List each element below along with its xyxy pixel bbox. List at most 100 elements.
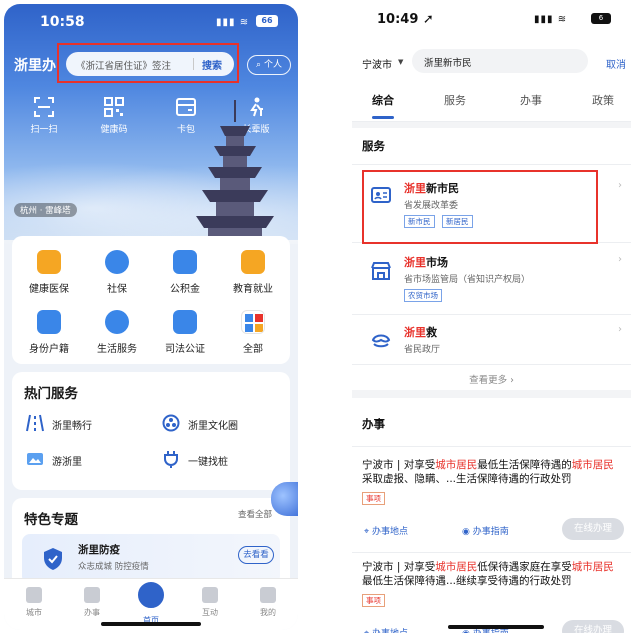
- affairs-icon: [84, 587, 100, 603]
- divider: [352, 552, 631, 553]
- service-health-insurance[interactable]: 健康医保: [16, 250, 82, 295]
- status-bar: 10:58 ▮▮▮ ≋ 66: [4, 4, 298, 38]
- personal-label: 个人: [263, 60, 282, 70]
- lightning-icon: [105, 310, 129, 334]
- personal-button[interactable]: ⌕ 个人: [247, 55, 291, 75]
- charging-pile-icon: [164, 451, 178, 468]
- search-bar[interactable]: 《浙江省居住证》签注 搜索: [66, 52, 234, 76]
- guide-link[interactable]: ◉ 办事指南: [462, 524, 509, 537]
- pagoda-illustration: [196, 100, 274, 240]
- service-all[interactable]: 全部: [220, 310, 286, 355]
- service-tag: 农贸市场: [404, 289, 442, 302]
- online-handle-button[interactable]: 在线办理: [562, 518, 624, 540]
- chevron-right-icon: ›: [618, 254, 622, 265]
- tab-interact[interactable]: 互动: [190, 587, 230, 618]
- signal-wifi-icon: ▮▮▮ ≋: [534, 14, 568, 25]
- status-time: 10:49 ➚: [377, 12, 434, 27]
- screenshot-stage: 10:58 ▮▮▮ ≋ 66 浙里办 《浙江省居住证》签注 搜索 ⌕ 个人 扫一…: [0, 0, 631, 633]
- service-education[interactable]: 教育就业: [220, 250, 286, 295]
- service-label: 司法公证: [165, 344, 205, 355]
- affair-result[interactable]: 宁波市 | 对享受城市居民低保待遇家庭在享受城市居民最低生活保障待遇...继续享…: [362, 560, 624, 607]
- service-life[interactable]: 生活服务: [84, 310, 150, 355]
- active-tab-underline: [372, 116, 394, 119]
- market-icon: [371, 262, 391, 280]
- view-more-link[interactable]: 查看更多 ›: [352, 372, 631, 386]
- service-id-household[interactable]: 身份户籍: [16, 310, 82, 355]
- hot-item-culture[interactable]: 浙里文化圈: [162, 414, 282, 434]
- affair-result[interactable]: 宁波市 | 对享受城市居民最低生活保障待遇的城市居民采取虚报、隐瞒、...生活保…: [362, 458, 624, 505]
- affair-tag: 事项: [362, 492, 385, 505]
- tab-label: 我的: [260, 608, 276, 617]
- scan-icon: [34, 97, 54, 117]
- tab-profile[interactable]: 我的: [248, 587, 288, 618]
- search-header: 宁波市 ▼ 浙里新市民 取消: [352, 36, 631, 80]
- service-housing-fund[interactable]: 公积金: [152, 250, 218, 295]
- tab-overall[interactable]: 综合: [372, 92, 394, 108]
- service-notary[interactable]: 司法公证: [152, 310, 218, 355]
- floating-assistant-icon[interactable]: [271, 482, 298, 516]
- topic-card-subtitle: 众志成城 防控疫情: [78, 562, 149, 572]
- city-selector[interactable]: 宁波市: [362, 56, 392, 71]
- hot-item-label: 浙里畅行: [52, 421, 92, 432]
- tab-affairs[interactable]: 办事: [520, 92, 542, 108]
- quick-health-code[interactable]: 健康码: [88, 96, 140, 135]
- signal-wifi-icon: ▮▮▮ ≋: [216, 17, 250, 28]
- tab-label: 办事: [84, 608, 100, 617]
- divider: [352, 446, 631, 447]
- status-time: 10:58: [40, 14, 85, 30]
- quick-scan[interactable]: 扫一扫: [18, 96, 70, 135]
- affairs-section: 办事 宁波市 | 对享受城市居民最低生活保障待遇的城市居民采取虚报、隐瞒、...…: [352, 398, 631, 633]
- shield-icon: [105, 250, 129, 274]
- service-social-security[interactable]: 社保: [84, 250, 150, 295]
- location-tag: 杭州 · 雷峰塔: [14, 203, 77, 217]
- hot-item-charging[interactable]: 一键找桩: [162, 450, 282, 470]
- search-placeholder[interactable]: 《浙江省居住证》签注: [76, 58, 171, 72]
- place-link[interactable]: ⌖ 办事地点: [364, 524, 408, 537]
- service-dept: 省市场监管局（省知识产权局）: [404, 275, 531, 285]
- tab-affairs[interactable]: 办事: [72, 587, 112, 618]
- quick-scan-label: 扫一扫: [30, 125, 58, 135]
- affairs-section-title: 办事: [362, 417, 385, 431]
- service-name: 浙里救: [404, 326, 437, 339]
- epidemic-topic-card[interactable]: 浙里防疫 众志成城 防控疫情 去看看: [22, 534, 280, 584]
- id-card-icon: [37, 310, 61, 334]
- tab-city[interactable]: 城市: [14, 587, 54, 618]
- travel-icon: [27, 453, 43, 465]
- service-label: 生活服务: [97, 344, 137, 355]
- road-icon: [26, 414, 44, 432]
- tab-services[interactable]: 服务: [444, 92, 466, 108]
- service-result-market[interactable]: 浙里市场 省市场监管局（省知识产权局） 农贸市场 ›: [352, 246, 631, 312]
- left-phone-screen: 10:58 ▮▮▮ ≋ 66 浙里办 《浙江省居住证》签注 搜索 ⌕ 个人 扫一…: [4, 4, 298, 630]
- chevron-down-icon[interactable]: ▼: [398, 58, 403, 66]
- place-link[interactable]: ⌖ 办事地点: [364, 626, 408, 633]
- home-icon[interactable]: [135, 579, 167, 611]
- service-label: 全部: [243, 344, 263, 355]
- hot-item-road[interactable]: 浙里畅行: [26, 414, 136, 434]
- result-tabs: 综合 服务 办事 政策: [352, 80, 631, 122]
- tab-policy[interactable]: 政策: [592, 92, 614, 108]
- quick-health-code-label: 健康码: [100, 125, 128, 135]
- search-input[interactable]: 浙里新市民: [412, 49, 588, 73]
- home-indicator: [101, 622, 201, 626]
- hot-item-label: 游浙里: [52, 457, 82, 468]
- affair-tag: 事项: [362, 594, 385, 607]
- divider: [352, 314, 631, 315]
- go-see-button[interactable]: 去看看: [238, 546, 274, 564]
- services-section: 服务 浙里新市民 省发展改革委 新市民 新居民 › 浙里市场 省市场监管局（省知…: [352, 128, 631, 390]
- view-all-link[interactable]: 查看全部: [238, 508, 272, 520]
- culture-icon: [162, 414, 180, 432]
- search-button[interactable]: 搜索: [202, 57, 222, 72]
- search-divider: [193, 58, 194, 70]
- service-label: 公积金: [170, 284, 200, 295]
- status-bar: 10:49 ➚ ▮▮▮ ≋ 6: [352, 0, 631, 36]
- cancel-button[interactable]: 取消: [606, 56, 626, 71]
- hot-services-card: 热门服务 浙里畅行 浙里文化圈 游浙里 一键找桩: [12, 372, 290, 490]
- hot-item-travel[interactable]: 游浙里: [26, 450, 136, 470]
- online-handle-button[interactable]: 在线办理: [562, 620, 624, 633]
- interact-icon: [202, 587, 218, 603]
- tab-label: 城市: [26, 608, 42, 617]
- service-result-rescue[interactable]: 浙里救 省民政厅 ›: [352, 318, 631, 362]
- hot-item-label: 浙里文化圈: [188, 421, 238, 432]
- services-section-title: 服务: [362, 139, 385, 153]
- qr-code-icon: [104, 97, 124, 117]
